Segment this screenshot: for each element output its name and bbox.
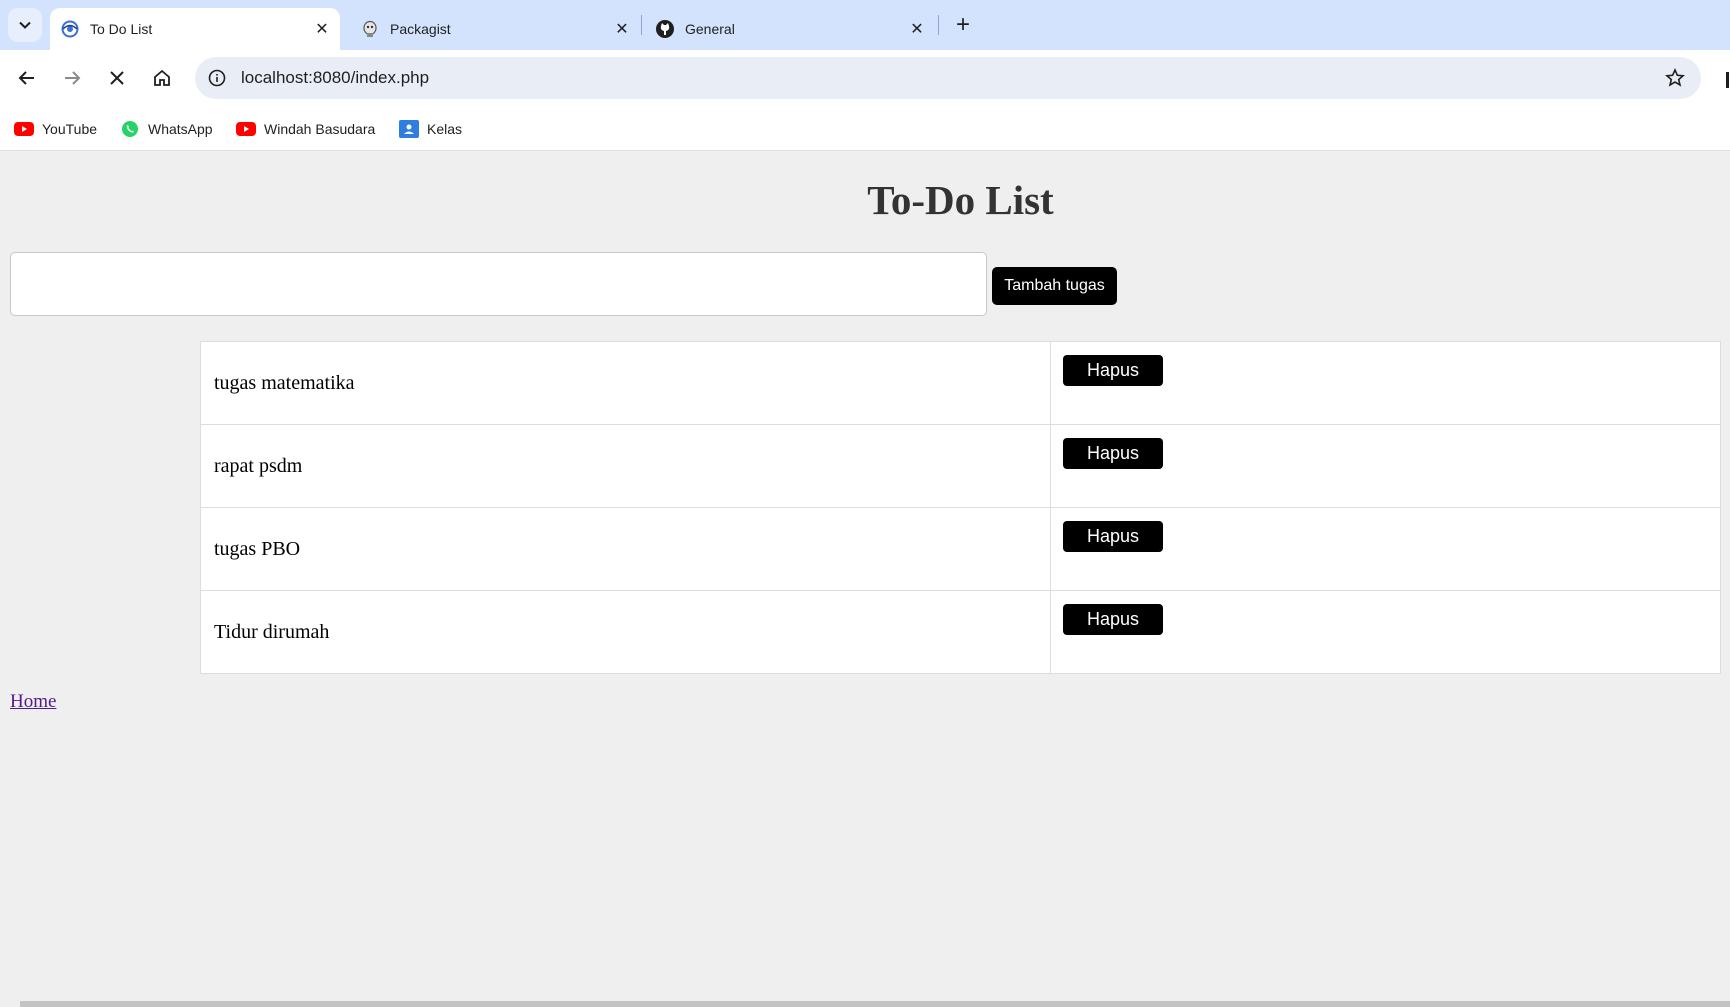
page-content: To-Do List Tambah tugas tugas matematika… — [0, 151, 1730, 1007]
task-name: tugas matematika — [200, 341, 1051, 425]
delete-task-button[interactable]: Hapus — [1063, 438, 1163, 469]
add-task-button[interactable]: Tambah tugas — [992, 267, 1117, 305]
task-action-cell: Hapus — [1050, 341, 1721, 425]
address-bar[interactable]: localhost:8080/index.php — [195, 57, 1701, 99]
whatsapp-icon — [120, 121, 140, 137]
bookmark-whatsapp[interactable]: WhatsApp — [120, 116, 213, 142]
tab-packagist[interactable]: Packagist ✕ — [350, 8, 640, 50]
bookmark-label: WhatsApp — [148, 121, 213, 137]
tab-title: To Do List — [90, 21, 153, 37]
bookmarks-bar: YouTube WhatsApp Windah Basudara Kelas — [0, 108, 1730, 151]
github-icon — [655, 19, 675, 39]
youtube-icon — [14, 121, 34, 137]
home-button[interactable] — [145, 61, 179, 95]
classroom-icon — [399, 120, 419, 138]
task-action-cell: Hapus — [1050, 590, 1721, 674]
browser-toolbar: localhost:8080/index.php — [0, 50, 1730, 108]
tab-general[interactable]: General ✕ — [645, 8, 935, 50]
arrow-left-icon — [18, 71, 34, 85]
tab-title: General — [685, 21, 735, 37]
bookmark-youtube[interactable]: YouTube — [14, 116, 97, 142]
bookmark-kelas[interactable]: Kelas — [399, 116, 462, 142]
tab-separator — [938, 15, 939, 35]
todo-eye-icon — [60, 19, 80, 39]
packagist-icon — [360, 19, 380, 39]
tab-to-do-list[interactable]: To Do List ✕ — [50, 8, 340, 50]
back-button[interactable] — [10, 61, 44, 95]
horizontal-scrollbar[interactable] — [20, 1001, 1730, 1007]
plus-icon: + — [955, 11, 970, 38]
bookmark-label: Windah Basudara — [264, 121, 376, 137]
delete-task-button[interactable]: Hapus — [1063, 355, 1163, 386]
bookmark-windah-basudara[interactable]: Windah Basudara — [236, 116, 375, 142]
forward-button[interactable] — [55, 61, 89, 95]
chevron-down-icon — [19, 21, 31, 29]
task-action-cell: Hapus — [1050, 424, 1721, 508]
bookmark-label: YouTube — [42, 121, 98, 137]
task-table: tugas matematika Hapus rapat psdm Hapus … — [200, 341, 1721, 674]
table-row: Tidur dirumah Hapus — [200, 590, 1721, 674]
tab-title: Packagist — [390, 21, 451, 37]
delete-task-button[interactable]: Hapus — [1063, 521, 1163, 552]
bookmark-label: Kelas — [427, 121, 463, 137]
task-name: tugas PBO — [200, 507, 1051, 591]
table-row: rapat psdm Hapus — [200, 424, 1721, 508]
info-icon[interactable] — [207, 68, 227, 88]
close-tab-icon[interactable]: ✕ — [905, 17, 929, 41]
toolbar-edge — [1726, 72, 1729, 88]
stop-loading-button[interactable] — [100, 61, 134, 95]
table-row: tugas matematika Hapus — [200, 341, 1721, 425]
url-text[interactable]: localhost:8080/index.php — [241, 68, 429, 88]
task-name: rapat psdm — [200, 424, 1051, 508]
task-action-cell: Hapus — [1050, 507, 1721, 591]
home-link[interactable]: Home — [10, 691, 56, 713]
tab-search-button[interactable] — [8, 8, 42, 42]
tab-separator — [641, 15, 642, 35]
youtube-icon — [236, 121, 256, 137]
table-row: tugas PBO Hapus — [200, 507, 1721, 591]
task-name: Tidur dirumah — [200, 590, 1051, 674]
page-title: To-Do List — [867, 177, 1054, 223]
close-tab-icon[interactable]: ✕ — [310, 17, 334, 41]
close-icon — [110, 71, 124, 85]
delete-task-button[interactable]: Hapus — [1063, 604, 1163, 635]
arrow-right-icon — [65, 71, 81, 85]
home-icon — [154, 69, 170, 86]
close-tab-icon[interactable]: ✕ — [610, 17, 634, 41]
bookmark-star-icon[interactable] — [1663, 66, 1687, 90]
task-input[interactable] — [10, 252, 987, 316]
new-tab-button[interactable]: + — [948, 10, 978, 40]
tab-strip: To Do List ✕ Packagist ✕ General ✕ + — [0, 0, 1730, 50]
